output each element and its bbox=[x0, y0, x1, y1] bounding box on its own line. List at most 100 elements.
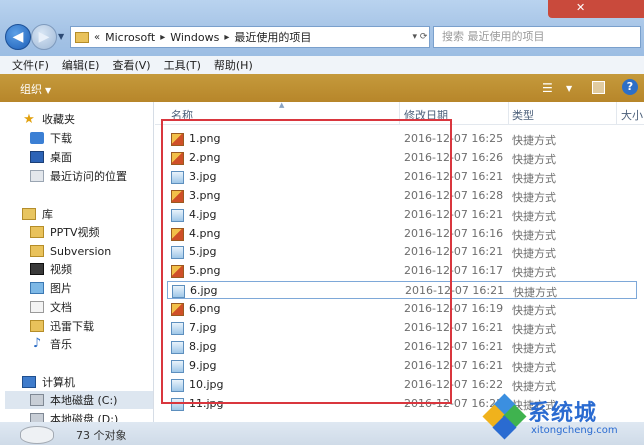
png-file-icon bbox=[171, 265, 184, 279]
status-item-count: 73 个对象 bbox=[76, 429, 127, 442]
file-row[interactable]: 4.png 2016-12-07 16:16 快捷方式 bbox=[167, 225, 637, 243]
file-row[interactable]: 4.jpg 2016-12-07 16:21 快捷方式 bbox=[167, 206, 637, 224]
download-icon bbox=[30, 132, 44, 144]
disk-icon bbox=[30, 394, 44, 406]
nav-disk-c[interactable]: 本地磁盘 (C:) bbox=[5, 391, 153, 409]
address-bar[interactable]: « Microsoft ▸ Windows ▸ 最近使用的项目 bbox=[70, 26, 430, 48]
nav-computer[interactable]: 计算机 bbox=[22, 373, 75, 391]
file-type: 快捷方式 bbox=[512, 228, 556, 242]
folder-icon bbox=[75, 31, 89, 43]
file-row[interactable]: 5.jpg 2016-12-07 16:21 快捷方式 bbox=[167, 243, 637, 261]
file-row[interactable]: 10.jpg 2016-12-07 16:22 快捷方式 bbox=[167, 376, 637, 394]
nav-documents[interactable]: 文档 bbox=[30, 298, 72, 316]
chevron-down-icon[interactable]: ▼ bbox=[566, 84, 572, 93]
file-type: 快捷方式 bbox=[512, 209, 556, 223]
nav-xunlei[interactable]: 迅雷下载 bbox=[30, 317, 94, 335]
disk-icon bbox=[30, 413, 44, 422]
file-name: 4.jpg bbox=[189, 207, 217, 221]
jpg-file-icon bbox=[171, 208, 184, 222]
recent-pages-dropdown[interactable]: ▼ bbox=[58, 32, 64, 41]
jpg-file-icon bbox=[171, 378, 184, 392]
refresh-button[interactable]: ▾ ⟳ bbox=[408, 28, 432, 46]
organize-button[interactable]: 组织 ▼ bbox=[20, 81, 51, 97]
nav-label: 桌面 bbox=[50, 151, 72, 164]
file-name: 3.jpg bbox=[189, 169, 217, 183]
nav-label: 本地磁盘 (D:) bbox=[50, 413, 119, 422]
column-type[interactable]: 类型 bbox=[512, 107, 534, 123]
nav-favorites[interactable]: ★ 收藏夹 bbox=[22, 110, 75, 128]
file-name: 7.jpg bbox=[189, 321, 217, 334]
file-row[interactable]: 6.png 2016-12-07 16:19 快捷方式 bbox=[167, 300, 637, 318]
close-icon[interactable]: ✕ bbox=[576, 1, 585, 14]
file-type: 快捷方式 bbox=[512, 171, 556, 185]
menu-edit[interactable]: 编辑(E) bbox=[62, 57, 100, 73]
file-row[interactable]: 8.jpg 2016-12-07 16:21 快捷方式 bbox=[167, 338, 637, 356]
command-bar: 组织 ▼ ☰ ▼ ? bbox=[0, 74, 644, 102]
menu-view[interactable]: 查看(V) bbox=[112, 57, 150, 73]
back-button[interactable]: ◀ bbox=[5, 24, 31, 50]
nav-recent-places[interactable]: 最近访问的位置 bbox=[30, 167, 127, 185]
nav-disk-d[interactable]: 本地磁盘 (D:) bbox=[30, 410, 118, 422]
file-date: 2016-12-07 16:21 bbox=[404, 245, 504, 259]
nav-label: 文档 bbox=[50, 301, 72, 314]
nav-pptv[interactable]: PPTV视频 bbox=[30, 223, 100, 241]
file-date: 2016-12-07 16:22 bbox=[404, 377, 504, 391]
file-row[interactable]: 5.png 2016-12-07 16:17 快捷方式 bbox=[167, 262, 637, 280]
file-date: 2016-12-07 16:19 bbox=[404, 302, 504, 316]
document-icon bbox=[30, 301, 44, 313]
help-icon[interactable]: ? bbox=[622, 79, 638, 95]
nav-desktop[interactable]: 桌面 bbox=[30, 148, 72, 166]
folder-icon bbox=[30, 226, 44, 238]
nav-pictures[interactable]: 图片 bbox=[30, 279, 72, 297]
jpg-file-icon bbox=[171, 246, 184, 260]
view-options-icon[interactable]: ☰ bbox=[542, 81, 553, 95]
nav-label: Subversion bbox=[50, 244, 112, 258]
nav-downloads[interactable]: 下载 bbox=[30, 129, 72, 147]
nav-label: 库 bbox=[42, 208, 53, 221]
file-row[interactable]: 3.jpg 2016-12-07 16:21 快捷方式 bbox=[167, 168, 637, 186]
nav-label: 最近访问的位置 bbox=[50, 170, 127, 183]
menu-file[interactable]: 文件(F) bbox=[12, 57, 49, 73]
file-row[interactable]: 2.png 2016-12-07 16:26 快捷方式 bbox=[167, 149, 637, 167]
column-divider[interactable] bbox=[399, 102, 400, 124]
forward-button[interactable]: ▶ bbox=[31, 24, 57, 50]
folder-icon bbox=[30, 320, 44, 332]
window-close-area[interactable]: ✕ bbox=[548, 0, 644, 18]
file-name: 6.png bbox=[189, 302, 221, 316]
file-name: 8.jpg bbox=[189, 339, 217, 353]
refresh-icon: ▾ ⟳ bbox=[412, 32, 428, 42]
file-name: 1.png bbox=[189, 132, 221, 145]
column-divider[interactable] bbox=[616, 102, 617, 124]
nav-videos[interactable]: 视频 bbox=[30, 260, 72, 278]
file-row[interactable]: 6.jpg 2016-12-07 16:21 快捷方式 bbox=[167, 281, 637, 300]
jpg-file-icon bbox=[171, 397, 184, 411]
file-row[interactable]: 3.png 2016-12-07 16:28 快捷方式 bbox=[167, 187, 637, 205]
menu-help[interactable]: 帮助(H) bbox=[214, 57, 253, 73]
chevron-right-icon[interactable]: ▸ bbox=[160, 32, 165, 43]
jpg-file-icon bbox=[171, 170, 184, 184]
file-name: 3.png bbox=[189, 188, 221, 202]
column-divider[interactable] bbox=[508, 102, 509, 124]
column-size[interactable]: 大小 bbox=[621, 107, 643, 123]
menu-tools[interactable]: 工具(T) bbox=[164, 57, 201, 73]
chevron-right-icon[interactable]: ▸ bbox=[224, 32, 229, 43]
file-row[interactable]: 7.jpg 2016-12-07 16:21 快捷方式 bbox=[167, 319, 637, 337]
nav-libraries[interactable]: 库 bbox=[22, 205, 53, 223]
breadcrumb-recent-items[interactable]: 最近使用的项目 bbox=[234, 29, 311, 45]
arrow-right-icon: ▶ bbox=[38, 29, 50, 45]
folder-icon bbox=[30, 245, 44, 257]
file-name: 5.png bbox=[189, 264, 221, 278]
nav-music[interactable]: ♪ 音乐 bbox=[30, 335, 72, 353]
file-row[interactable]: 9.jpg 2016-12-07 16:21 快捷方式 bbox=[167, 357, 637, 375]
breadcrumb-overflow[interactable]: « bbox=[94, 32, 100, 43]
breadcrumb-windows[interactable]: Windows bbox=[170, 31, 219, 44]
preview-pane-icon[interactable] bbox=[592, 81, 605, 94]
nav-subversion[interactable]: Subversion bbox=[30, 242, 111, 260]
file-type: 快捷方式 bbox=[512, 304, 556, 318]
search-input[interactable]: 搜索 最近使用的项目 bbox=[433, 26, 641, 48]
breadcrumb-microsoft[interactable]: Microsoft bbox=[105, 31, 155, 44]
file-row[interactable]: 1.png 2016-12-07 16:25 快捷方式 bbox=[167, 130, 637, 148]
column-name[interactable]: 名称 bbox=[171, 107, 193, 123]
file-date: 2016-12-07 16:17 bbox=[404, 264, 504, 278]
column-date[interactable]: 修改日期 bbox=[404, 107, 448, 123]
